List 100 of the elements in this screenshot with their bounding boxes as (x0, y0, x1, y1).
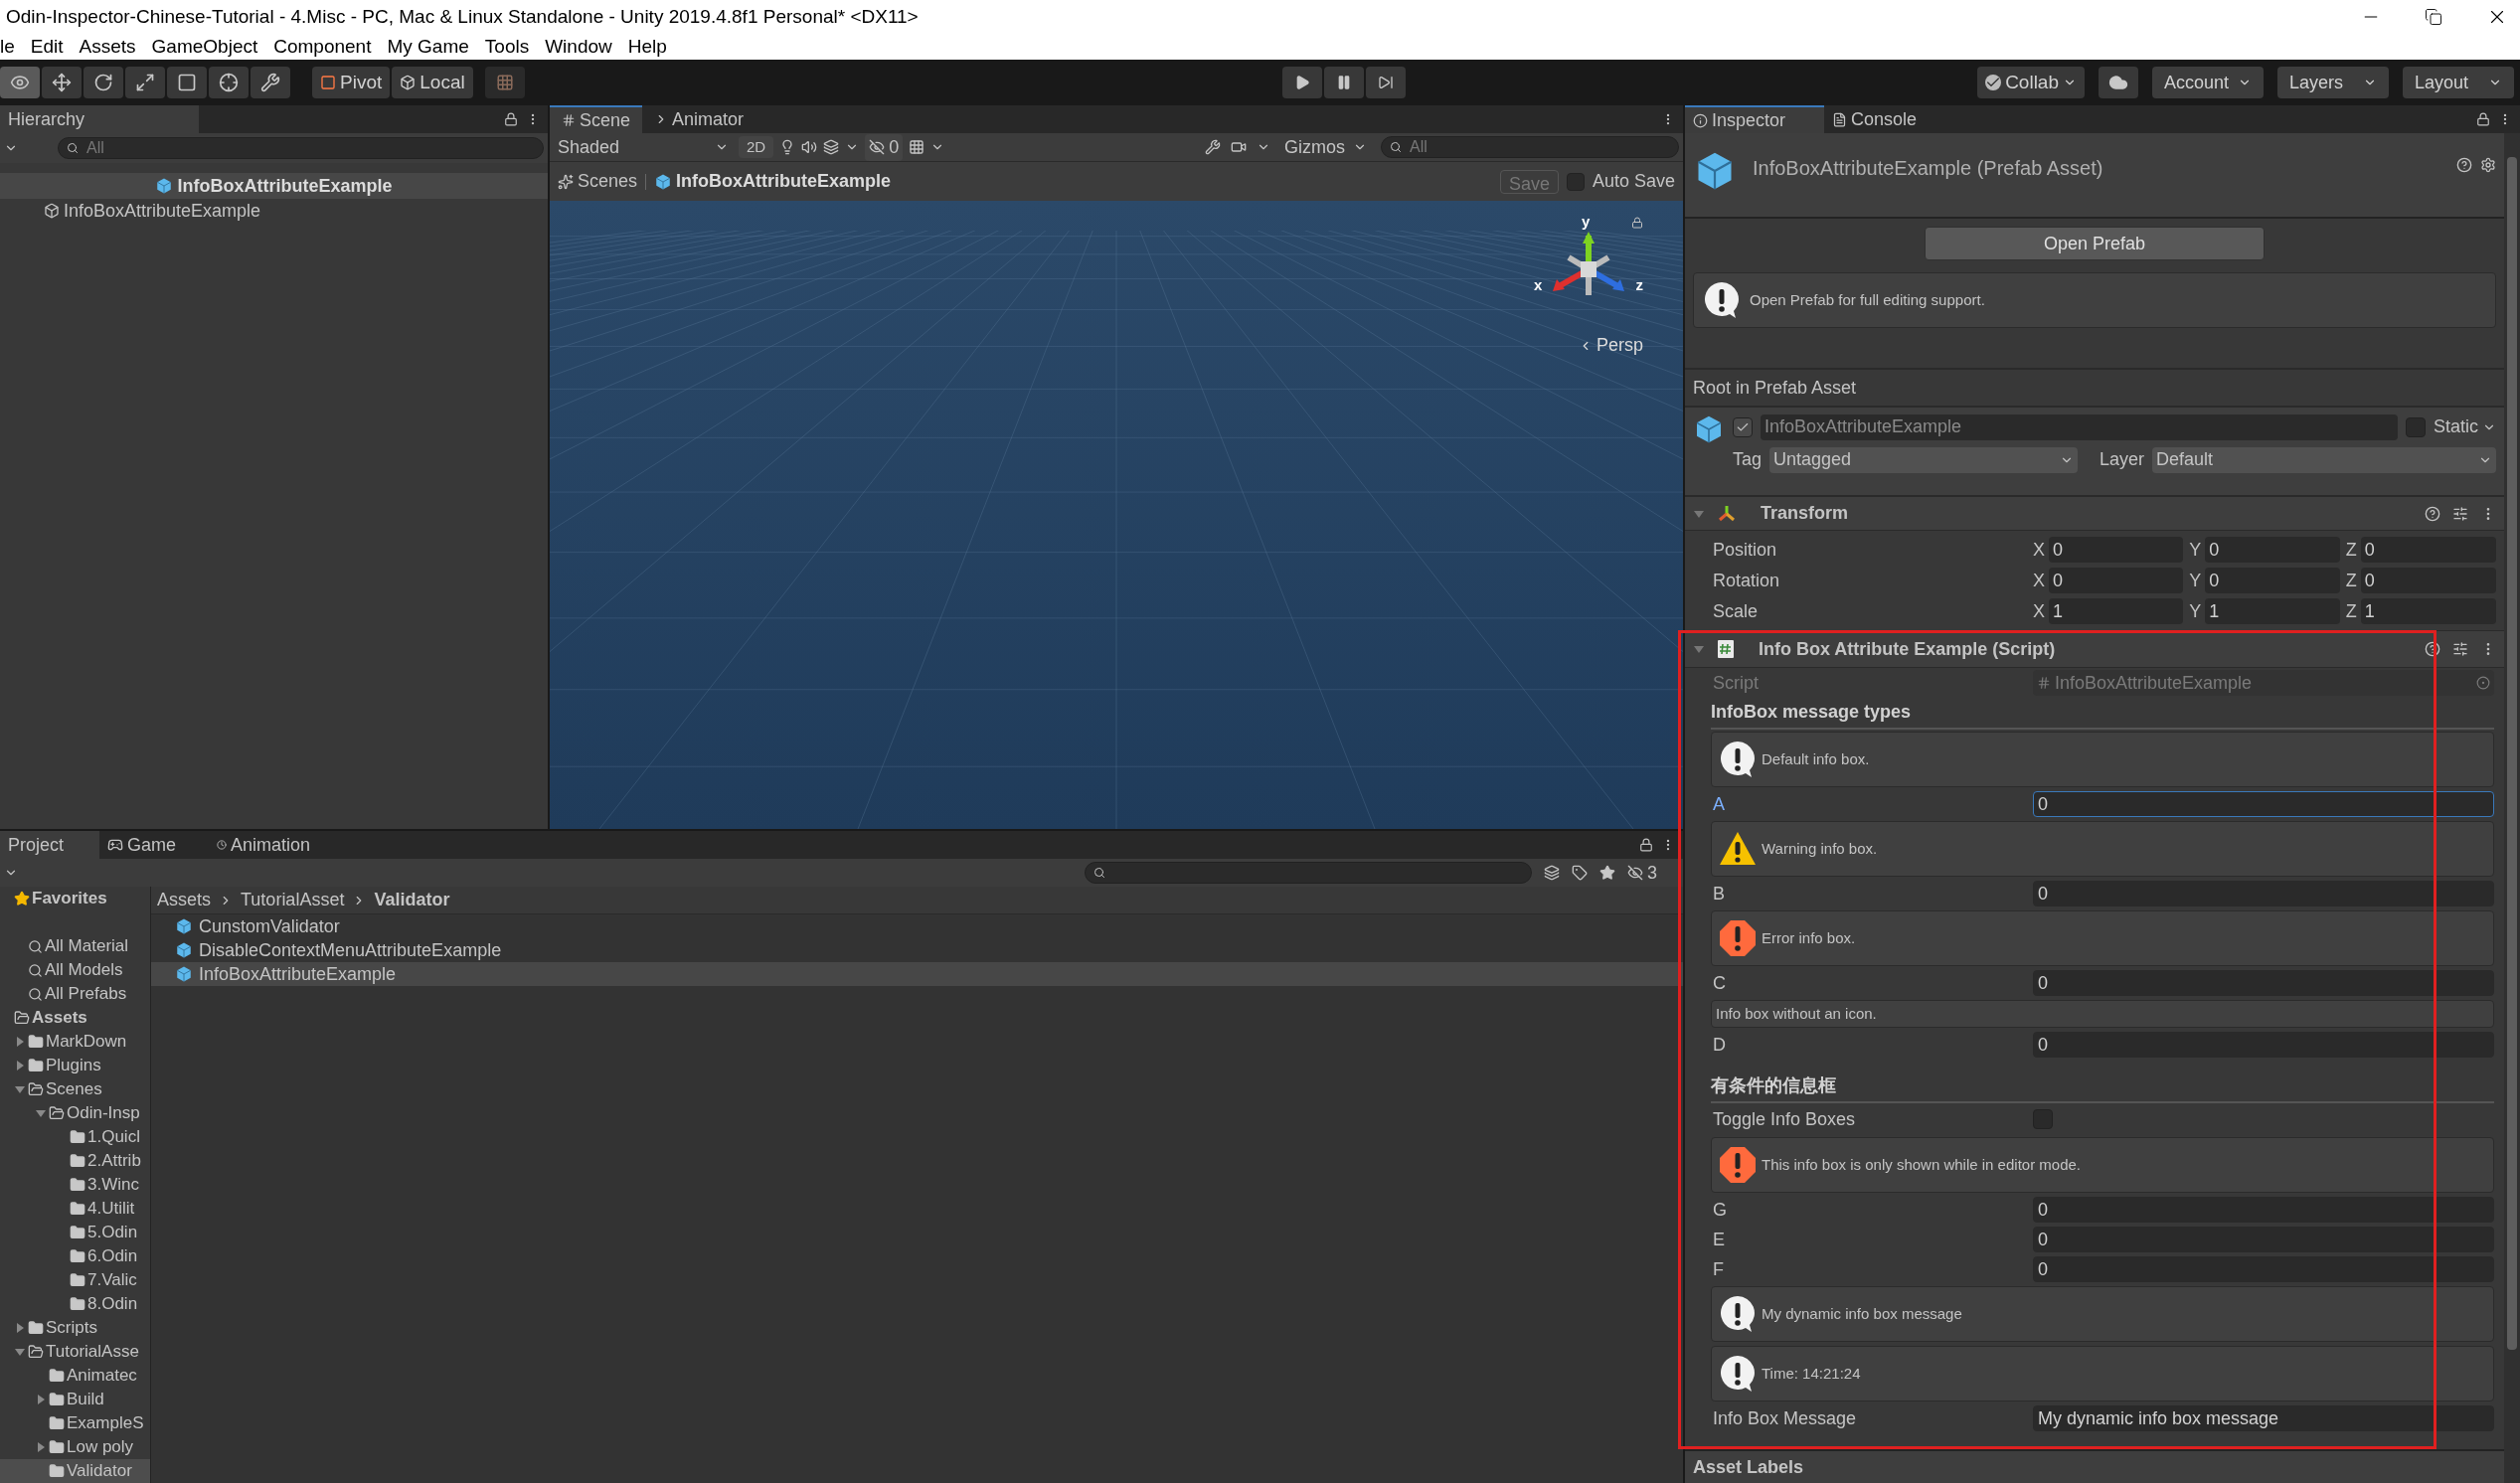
object-picker-icon[interactable] (2476, 676, 2490, 690)
number-field[interactable]: 1 (2360, 598, 2496, 624)
breadcrumb-link[interactable]: TutorialAsset (241, 887, 345, 913)
projection-label[interactable]: Persp (1578, 332, 1643, 359)
menu-item[interactable]: Assets (79, 32, 136, 62)
expanded-arrow-icon[interactable] (14, 1346, 26, 1358)
menu-item[interactable]: Help (627, 32, 667, 62)
panel-tab[interactable]: Game (99, 831, 209, 859)
search-input[interactable]: All (1410, 135, 1670, 159)
pivot-button[interactable]: Pivot (312, 67, 391, 98)
search-field[interactable] (1085, 862, 1532, 884)
2d-toggle[interactable]: 2D (739, 135, 774, 159)
tree-item[interactable]: 4.Utilit (0, 1197, 150, 1221)
help-icon[interactable] (2425, 641, 2440, 657)
help-icon[interactable] (2425, 505, 2440, 522)
camera-icon[interactable] (1231, 139, 1247, 155)
scale-tool-button[interactable] (125, 67, 165, 98)
wrench-icon[interactable] (1205, 139, 1221, 155)
tree-item[interactable]: 1.Quicl (0, 1125, 150, 1149)
static-dropdown[interactable]: Static (2433, 413, 2496, 440)
panel-tab[interactable]: Scene (550, 105, 643, 133)
tree-item[interactable]: ExampleS (0, 1411, 150, 1435)
component-header[interactable]: Info Box Attribute Example (Script) (1685, 630, 2504, 668)
collapsed-arrow-icon[interactable] (14, 1060, 26, 1071)
asset-item[interactable]: DisableContextMenuAttributeExample (151, 938, 1683, 962)
account-dropdown[interactable]: Account (2152, 67, 2264, 98)
menu-item[interactable]: Component (273, 32, 372, 62)
panel-tab[interactable]: Animation (209, 831, 318, 859)
tree-item[interactable]: Assets (0, 1006, 150, 1030)
effects-icon[interactable] (823, 139, 840, 155)
foldout-arrow-icon[interactable] (1693, 643, 1705, 655)
tree-item[interactable]: Animatec (0, 1364, 150, 1388)
number-field[interactable]: 0 (2205, 568, 2340, 593)
rotate-tool-button[interactable] (84, 67, 123, 98)
number-field[interactable]: 0 (2049, 537, 2184, 563)
move-tool-button[interactable] (42, 67, 82, 98)
lock-icon[interactable] (1631, 217, 1643, 229)
expanded-arrow-icon[interactable] (14, 1083, 26, 1095)
menu-item[interactable]: Window (545, 32, 612, 62)
tree-item[interactable]: All Prefabs (0, 982, 150, 1006)
tree-item[interactable]: Scripts (0, 1316, 150, 1340)
panel-tab[interactable]: Console (1824, 105, 1963, 133)
value-field[interactable]: 0 (2033, 1227, 2494, 1252)
cloud-button[interactable] (2099, 67, 2138, 98)
rect-tool-button[interactable] (167, 67, 207, 98)
help-icon[interactable] (2456, 157, 2472, 173)
value-field[interactable]: My dynamic info box message (2033, 1405, 2494, 1431)
panel-tab[interactable]: Project (0, 831, 99, 859)
collapsed-arrow-icon[interactable] (35, 1441, 47, 1453)
menu-item[interactable]: le (0, 32, 15, 62)
hierarchy-item[interactable]: InfoBoxAttributeExample (0, 199, 548, 223)
star-icon[interactable] (1599, 865, 1615, 881)
tree-item[interactable]: 6.Odin (0, 1244, 150, 1268)
panel-tab[interactable]: Animator (642, 105, 756, 133)
tree-item[interactable]: 3.Winc (0, 1173, 150, 1197)
number-field[interactable]: 0 (2360, 568, 2496, 593)
lock-icon[interactable] (1639, 838, 1653, 852)
number-field[interactable]: 0 (2049, 568, 2184, 593)
menu-item[interactable]: Tools (484, 32, 530, 62)
tree-item[interactable]: 5.Odin (0, 1221, 150, 1244)
value-field[interactable]: 0 (2033, 881, 2494, 906)
tree-item[interactable]: Low poly (0, 1435, 150, 1459)
tree-item[interactable]: Plugins (0, 1054, 150, 1077)
hidden-objects-toggle[interactable]: 0 (865, 133, 904, 161)
tree-item[interactable]: Build (0, 1388, 150, 1411)
filter-type-icon[interactable] (1544, 865, 1560, 881)
active-checkbox[interactable] (1733, 416, 1753, 437)
local-button[interactable]: Local (392, 67, 473, 98)
tree-item[interactable]: TutorialAsse (0, 1340, 150, 1364)
transform-tool-button[interactable] (209, 67, 249, 98)
value-field[interactable]: 0 (2033, 1032, 2494, 1058)
tag-dropdown[interactable]: Untagged (1769, 446, 2079, 473)
collab-button[interactable]: Collab (1977, 67, 2085, 98)
presets-icon[interactable] (2452, 641, 2468, 657)
collapsed-arrow-icon[interactable] (14, 1036, 26, 1048)
breadcrumb-link[interactable]: Validator (374, 887, 450, 913)
breadcrumb-link[interactable]: InfoBoxAttributeExample (654, 168, 892, 195)
grid-icon[interactable] (909, 139, 925, 155)
value-field[interactable]: 0 (2033, 791, 2494, 817)
tree-item[interactable]: Validator (0, 1459, 150, 1483)
lock-icon[interactable] (504, 112, 518, 126)
open-prefab-button[interactable]: Open Prefab (1925, 227, 2265, 260)
tree-item[interactable]: 7.Valic (0, 1268, 150, 1292)
static-checkbox[interactable] (2405, 416, 2426, 437)
asset-item[interactable]: InfoBoxAttributeExample (151, 962, 1683, 986)
grid-snap-button[interactable] (484, 67, 525, 98)
expanded-arrow-icon[interactable] (35, 1107, 47, 1119)
restore-icon[interactable] (2425, 8, 2442, 26)
name-field[interactable]: InfoBoxAttributeExample (1761, 413, 2398, 440)
layer-dropdown[interactable]: Default (2152, 446, 2496, 473)
tree-item[interactable]: All Models (0, 958, 150, 982)
collapsed-arrow-icon[interactable] (14, 1322, 26, 1334)
auto-save-checkbox[interactable] (1566, 172, 1585, 191)
speaker-icon[interactable] (801, 139, 818, 155)
hidden-packages-toggle[interactable]: 3 (1627, 859, 1657, 887)
pause-button[interactable] (1323, 67, 1364, 98)
number-field[interactable]: 0 (2360, 537, 2496, 563)
breadcrumb-link[interactable]: Assets (157, 887, 212, 913)
menu-item[interactable]: Edit (30, 32, 64, 62)
panel-tab[interactable]: Hierarchy (0, 105, 199, 133)
